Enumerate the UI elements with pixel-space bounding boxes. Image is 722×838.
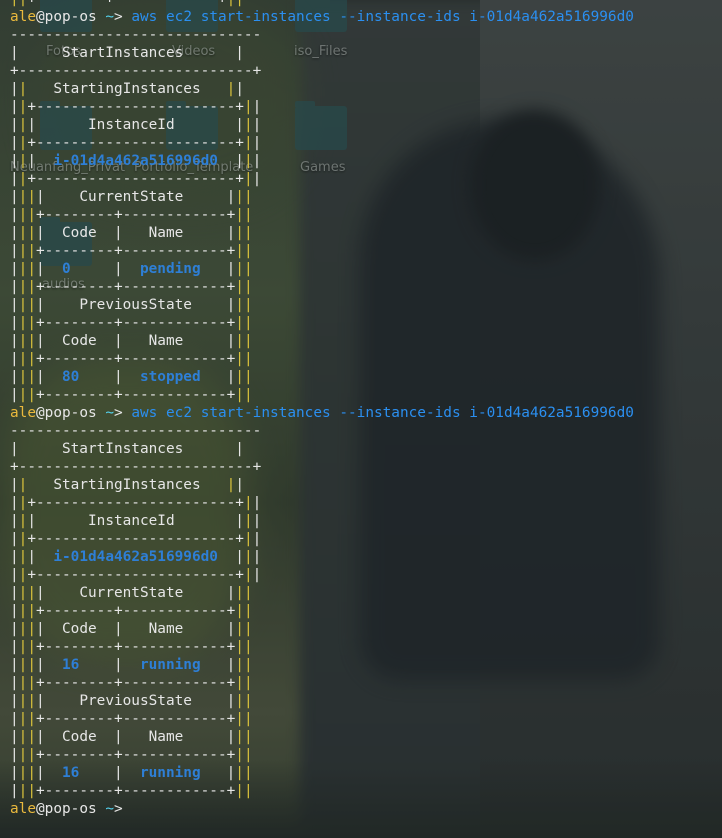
output-label: StartInstances xyxy=(61,45,184,61)
output-label: StartingInstances xyxy=(53,477,201,493)
output-label: InstanceId xyxy=(88,117,175,133)
prompt-host: @pop-os xyxy=(36,405,97,421)
output-label: InstanceId xyxy=(88,513,175,529)
prompt-host: @pop-os xyxy=(36,9,97,25)
instance-id-value: i-01d4a462a516996d0 xyxy=(53,549,218,565)
output-label: PreviousState xyxy=(79,693,192,709)
prompt-symbol: > xyxy=(114,405,123,421)
prompt-symbol: > xyxy=(114,801,123,817)
output-label: Name xyxy=(148,225,184,241)
state-name: stopped xyxy=(139,369,201,385)
prompt-symbol: > xyxy=(114,9,123,25)
output-label: CurrentState xyxy=(79,189,184,205)
state-code: 16 xyxy=(62,657,80,673)
output-label: Code xyxy=(62,225,97,241)
state-code: 0 xyxy=(62,261,71,277)
output-label: Name xyxy=(148,729,184,745)
state-name: running xyxy=(139,765,201,781)
prompt-user: ale xyxy=(10,9,36,25)
prompt-host: @pop-os xyxy=(36,801,97,817)
command-action: start-instances xyxy=(200,405,331,421)
command-service: ec2 xyxy=(166,405,193,421)
state-name: running xyxy=(139,657,201,673)
terminal-window[interactable]: ||+--------+------------+|| ale@pop-os ~… xyxy=(0,0,722,838)
prompt-user: ale xyxy=(10,405,36,421)
prompt-user: ale xyxy=(10,801,36,817)
state-code: 80 xyxy=(62,369,80,385)
output-label: CurrentState xyxy=(79,585,184,601)
command-instance-id: i-01d4a462a516996d0 xyxy=(469,9,634,25)
prompt-cwd: ~ xyxy=(105,801,114,817)
prompt-cwd: ~ xyxy=(105,405,114,421)
command-flag: --instance-ids xyxy=(339,9,461,25)
command-line[interactable]: ale@pop-os ~> aws ec2 start-instances --… xyxy=(10,404,634,422)
instance-id-value: i-01d4a462a516996d0 xyxy=(53,153,218,169)
output-label: Code xyxy=(62,621,97,637)
output-label: Code xyxy=(62,729,97,745)
prompt-cwd: ~ xyxy=(105,9,114,25)
command-action: start-instances xyxy=(200,9,331,25)
output-label: PreviousState xyxy=(79,297,192,313)
command-line[interactable]: ale@pop-os ~> xyxy=(10,800,634,818)
output-label: StartingInstances xyxy=(53,81,201,97)
command-instance-id: i-01d4a462a516996d0 xyxy=(469,405,634,421)
command-flag: --instance-ids xyxy=(339,405,461,421)
state-name: pending xyxy=(139,261,201,277)
command-service: ec2 xyxy=(166,9,193,25)
command-program: aws xyxy=(131,9,158,25)
output-label: Name xyxy=(148,333,184,349)
terminal-output: ||+--------+------------+|| ale@pop-os ~… xyxy=(10,0,634,818)
output-label: StartInstances xyxy=(61,441,184,457)
state-code: 16 xyxy=(62,765,80,781)
output-label: Code xyxy=(62,333,97,349)
output-label: Name xyxy=(148,621,184,637)
command-line[interactable]: ale@pop-os ~> aws ec2 start-instances --… xyxy=(10,8,634,26)
command-program: aws xyxy=(131,405,158,421)
